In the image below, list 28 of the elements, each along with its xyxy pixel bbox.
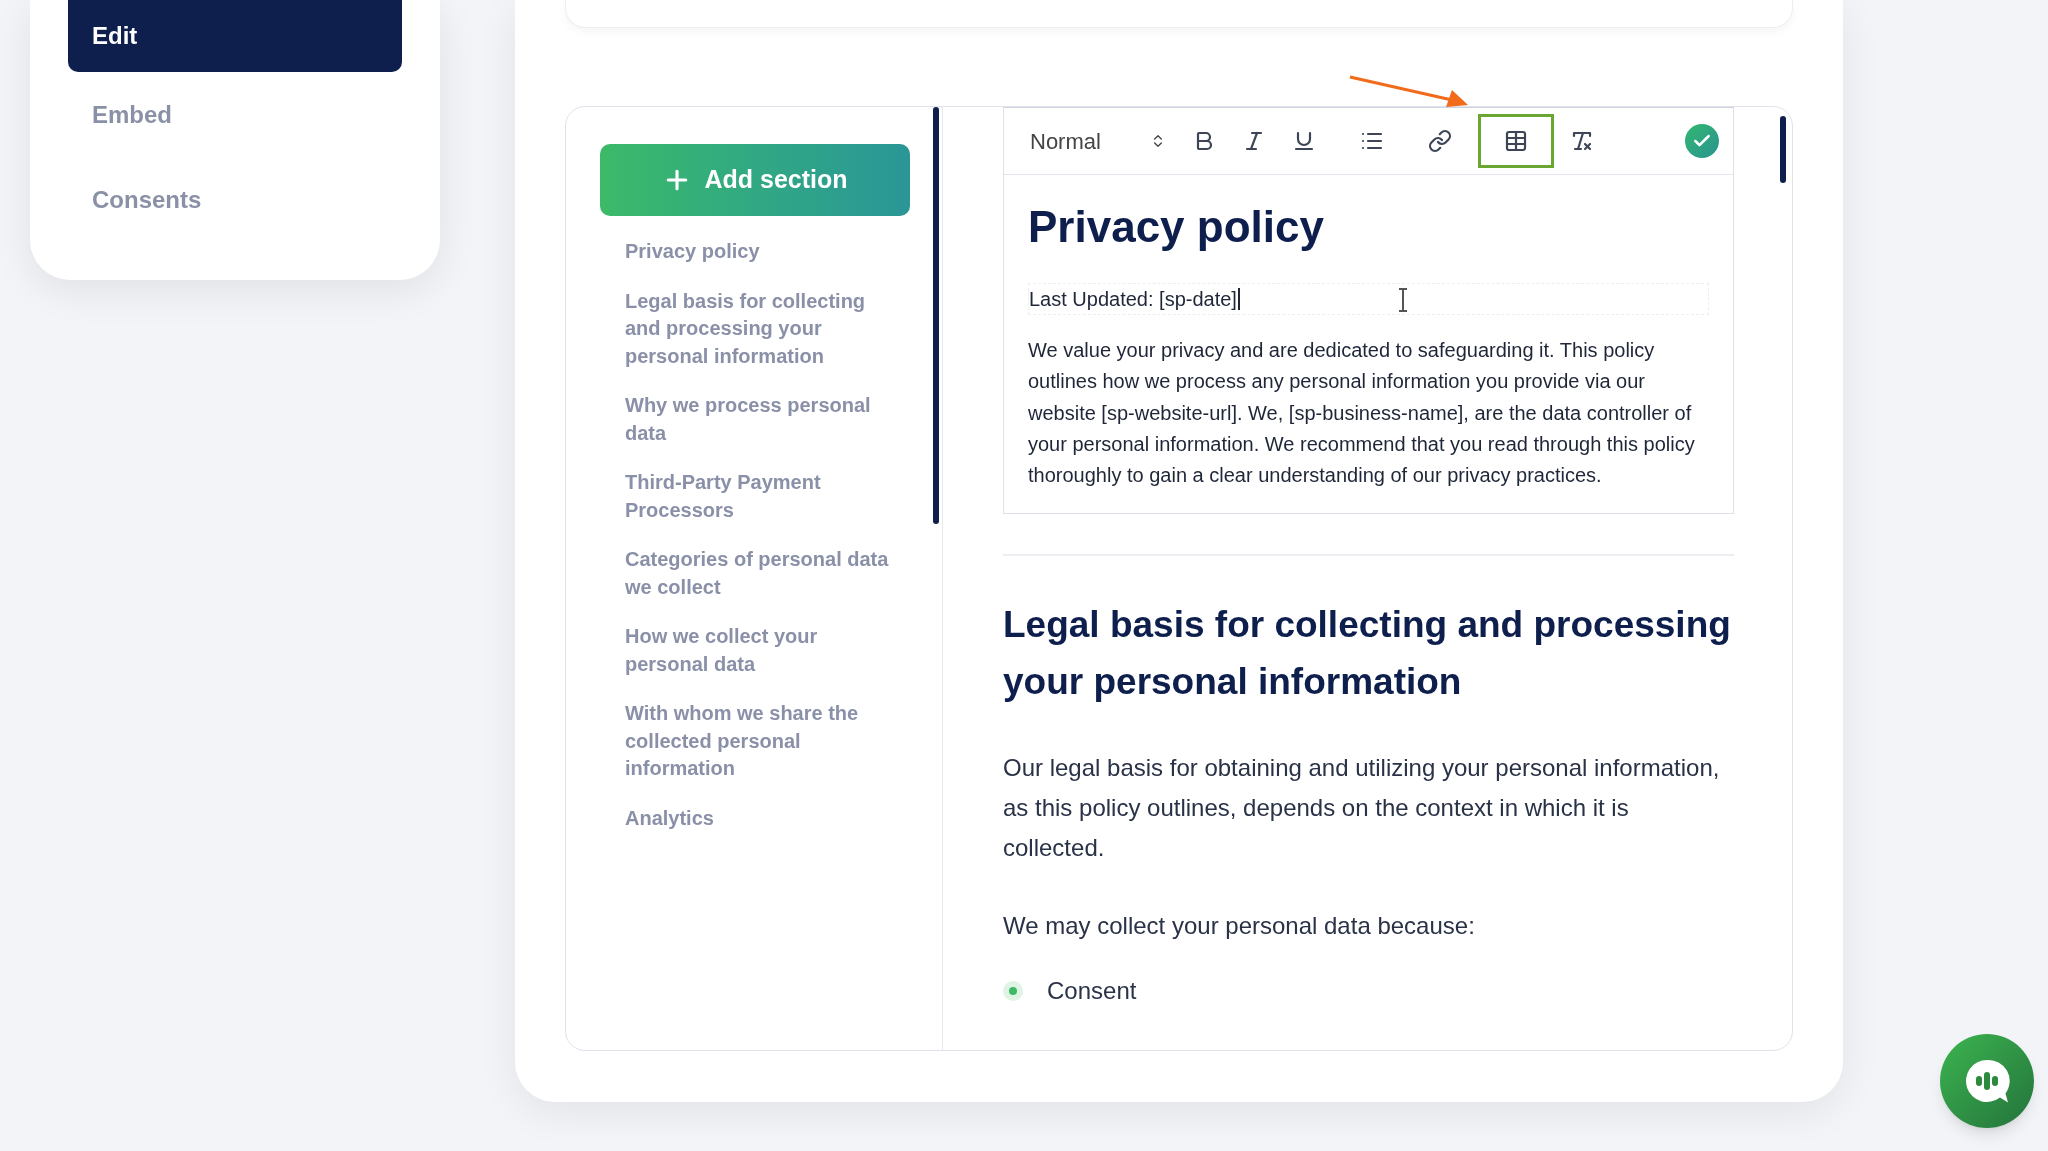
document-title: Privacy policy	[1028, 201, 1325, 253]
format-select[interactable]: Normal	[1030, 124, 1166, 158]
section-item[interactable]: Why we process personal data	[625, 392, 899, 447]
section-item[interactable]: How we collect your personal data	[625, 623, 899, 678]
body-paragraph: We may collect your personal data because:	[1003, 911, 1476, 942]
table-button[interactable]	[1478, 114, 1554, 168]
clear-icon	[1570, 129, 1594, 153]
check-icon	[1685, 124, 1719, 158]
link-icon	[1428, 129, 1452, 153]
section-item[interactable]: Analytics	[625, 804, 899, 832]
last-updated-text: Last Updated: [sp-date]	[1029, 287, 1237, 312]
sidebar-tab[interactable]: Consents	[68, 157, 402, 242]
section-item[interactable]: Privacy policy	[625, 238, 899, 266]
section-item[interactable]: With whom we share the collected personal information	[625, 700, 899, 783]
section-item[interactable]: Categories of personal data we collect	[625, 546, 899, 601]
bullet-text: Consent	[1047, 976, 1137, 1007]
section-heading: Legal basis for collecting and processing your personal information	[1003, 603, 1732, 705]
body-paragraph: Our legal basis for obtaining and utilizing your personal information, as this policy outlines, depends on the context in which it is collected.	[1003, 753, 1721, 864]
add-section-button[interactable]: Add section	[600, 144, 910, 216]
sidebar-tab[interactable]: Edit	[68, 0, 402, 72]
intro-paragraph: We value your privacy and are dedicated to safeguarding it. This policy outlines how we process any personal information you provide via our website [sp-website-url]. We, [sp-business-name], are the data controller of your personal information. We recommend that you read through this policy thoroughly to gain a clear understanding of our privacy practices.	[1028, 338, 1696, 489]
sidebar-tab[interactable]: Embed	[68, 72, 402, 157]
section-item[interactable]: Legal basis for collecting and processing your personal information	[625, 287, 899, 370]
text-cursor-icon	[1399, 288, 1407, 312]
underline-icon	[1292, 129, 1316, 153]
scrollbar	[1780, 116, 1786, 183]
table-icon	[1504, 129, 1528, 153]
section-item[interactable]: Third-Party Payment Processors	[625, 469, 899, 524]
